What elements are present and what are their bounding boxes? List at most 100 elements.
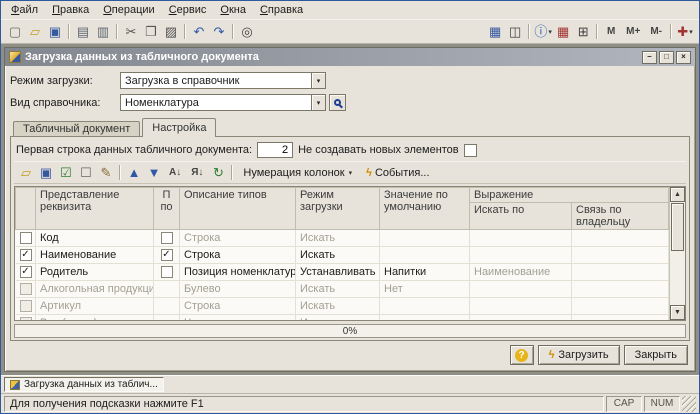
scrollbar-track[interactable] bbox=[670, 252, 685, 305]
mode-value[interactable]: Загрузка в справочник bbox=[120, 72, 312, 89]
cell-default[interactable] bbox=[379, 246, 470, 264]
close-window-button[interactable]: × bbox=[676, 50, 691, 64]
taskbar-window-button[interactable]: Загрузка данных из таблич... bbox=[4, 377, 164, 392]
table-row[interactable]: Артикул Строка Искать bbox=[15, 297, 669, 315]
cell-name[interactable]: Код bbox=[35, 229, 154, 247]
cell-mark[interactable]: ✓ bbox=[15, 263, 36, 281]
info-icon[interactable]: ⓘ ▾ bbox=[533, 22, 553, 42]
memory-button[interactable]: M bbox=[601, 22, 621, 42]
cell-name[interactable]: Алкогольная продукция bbox=[35, 280, 154, 298]
find-icon[interactable]: ◎ bbox=[237, 22, 257, 42]
header-search-by[interactable]: Искать по bbox=[469, 202, 572, 230]
tab-tabular-document[interactable]: Табличный документ bbox=[13, 121, 141, 137]
service-icon[interactable]: ✚ ▾ bbox=[675, 22, 695, 42]
uncheck-all-icon[interactable]: ☐ bbox=[76, 163, 96, 183]
close-button[interactable]: Закрыть bbox=[623, 345, 688, 365]
mark-checkbox[interactable] bbox=[19, 300, 32, 313]
cell-mark[interactable] bbox=[15, 280, 36, 298]
search-checkbox[interactable]: ✓ bbox=[160, 249, 173, 262]
cut-icon[interactable]: ✂ bbox=[121, 22, 141, 42]
scroll-up-icon[interactable]: ▲ bbox=[670, 187, 685, 202]
refresh-icon[interactable]: ↻ bbox=[208, 163, 228, 183]
window-split-icon[interactable]: ◫ bbox=[505, 22, 525, 42]
cell-default[interactable] bbox=[379, 229, 470, 247]
cell-default[interactable]: Нет bbox=[379, 280, 470, 298]
scrollbar-thumb[interactable] bbox=[671, 203, 684, 251]
cell-owner[interactable] bbox=[571, 280, 669, 298]
mark-checkbox[interactable] bbox=[19, 232, 32, 245]
catalog-dropdown-icon[interactable]: ▾ bbox=[311, 94, 326, 111]
header-search[interactable]: П по bbox=[153, 187, 180, 230]
cell-search_by[interactable] bbox=[469, 229, 572, 247]
catalog-search-button[interactable] bbox=[329, 94, 346, 111]
sort-desc-icon[interactable]: Я↓ bbox=[186, 163, 208, 183]
menu-item-1[interactable]: Правка bbox=[45, 2, 96, 18]
help-button[interactable]: ? bbox=[509, 345, 534, 365]
first-row-input[interactable] bbox=[257, 142, 294, 158]
resize-grip-icon[interactable] bbox=[682, 395, 696, 412]
cell-mode[interactable]: Искать bbox=[295, 229, 380, 247]
table-document-icon[interactable]: ▦ bbox=[485, 22, 505, 42]
cell-mode[interactable]: Искать bbox=[295, 297, 380, 315]
copy-icon[interactable]: ❐ bbox=[141, 22, 161, 42]
cell-type[interactable]: Строка bbox=[179, 229, 296, 247]
cell-mark[interactable] bbox=[15, 314, 36, 320]
catalog-value[interactable]: Номенклатура bbox=[120, 94, 312, 111]
menu-item-3[interactable]: Сервис bbox=[162, 2, 214, 18]
calendar-icon[interactable]: ▦ bbox=[553, 22, 573, 42]
check-all-icon[interactable]: ☑ bbox=[56, 163, 76, 183]
events-button[interactable]: ϟ События... bbox=[359, 164, 436, 182]
cell-name[interactable]: Наименование bbox=[35, 246, 154, 264]
cell-mark[interactable] bbox=[15, 297, 36, 315]
cell-owner[interactable] bbox=[571, 229, 669, 247]
open-file-icon[interactable]: ▱ bbox=[16, 163, 36, 183]
table-row[interactable]: ✓ Наименование ✓ Строка Искать bbox=[15, 246, 669, 264]
cell-search[interactable] bbox=[153, 263, 180, 281]
cell-default[interactable] bbox=[379, 314, 470, 320]
header-expression[interactable]: Выражение bbox=[469, 187, 669, 203]
cell-default[interactable] bbox=[379, 297, 470, 315]
cell-name[interactable]: Родитель bbox=[35, 263, 154, 281]
menu-item-0[interactable]: Файл bbox=[4, 2, 45, 18]
cell-owner[interactable] bbox=[571, 297, 669, 315]
mark-checkbox[interactable] bbox=[19, 283, 32, 296]
cell-name[interactable]: Вес (нетто) bbox=[35, 314, 154, 320]
cell-owner[interactable] bbox=[571, 246, 669, 264]
move-down-icon[interactable]: ▼ bbox=[144, 163, 164, 183]
header-attribute[interactable]: Представление реквизита bbox=[35, 187, 154, 230]
undo-icon[interactable]: ↶ bbox=[189, 22, 209, 42]
search-checkbox[interactable] bbox=[160, 266, 173, 279]
new-file-icon[interactable]: ▢ bbox=[5, 22, 25, 42]
no-new-elements-checkbox[interactable] bbox=[463, 143, 477, 157]
scroll-down-icon[interactable]: ▼ bbox=[670, 305, 685, 320]
menu-item-2[interactable]: Операции bbox=[96, 2, 161, 18]
header-mode[interactable]: Режим загрузки bbox=[295, 187, 380, 230]
header-types[interactable]: Описание типов bbox=[179, 187, 296, 230]
paste-icon[interactable]: ▨ bbox=[161, 22, 181, 42]
cell-type[interactable]: Строка bbox=[179, 297, 296, 315]
cell-mode[interactable]: Искать bbox=[295, 246, 380, 264]
save-settings-icon[interactable]: ▣ bbox=[36, 163, 56, 183]
load-button[interactable]: ϟ Загрузить bbox=[537, 345, 620, 365]
table-row[interactable]: ✓ Родитель Позиция номенклатуры Устанавлива… bbox=[15, 263, 669, 281]
cell-mark[interactable]: ✓ bbox=[15, 246, 36, 264]
cell-owner[interactable] bbox=[571, 263, 669, 281]
edit-icon[interactable]: ✎ bbox=[96, 163, 116, 183]
redo-icon[interactable]: ↷ bbox=[209, 22, 229, 42]
mode-dropdown-icon[interactable]: ▾ bbox=[311, 72, 326, 89]
column-numbering-button[interactable]: Нумерация колонок ▾ bbox=[236, 164, 359, 182]
search-checkbox[interactable] bbox=[160, 232, 173, 245]
mark-checkbox[interactable]: ✓ bbox=[19, 266, 32, 279]
table-row[interactable]: Код Строка Искать bbox=[15, 229, 669, 247]
vertical-scrollbar[interactable]: ▲ ▼ bbox=[669, 187, 685, 320]
cell-search[interactable]: ✓ bbox=[153, 246, 180, 264]
cell-owner[interactable] bbox=[571, 314, 669, 320]
cell-search[interactable] bbox=[153, 280, 180, 298]
table-row[interactable]: Вес (нетто) ЧислоИскать bbox=[15, 314, 669, 320]
minimize-button[interactable]: – bbox=[642, 50, 657, 64]
mode-combobox[interactable]: Загрузка в справочник ▾ bbox=[120, 72, 326, 89]
cell-mode[interactable]: Устанавливать bbox=[295, 263, 380, 281]
cell-mode[interactable]: Искать bbox=[295, 280, 380, 298]
cell-mode[interactable]: Искать bbox=[295, 314, 380, 320]
cell-search_by[interactable] bbox=[469, 314, 572, 320]
